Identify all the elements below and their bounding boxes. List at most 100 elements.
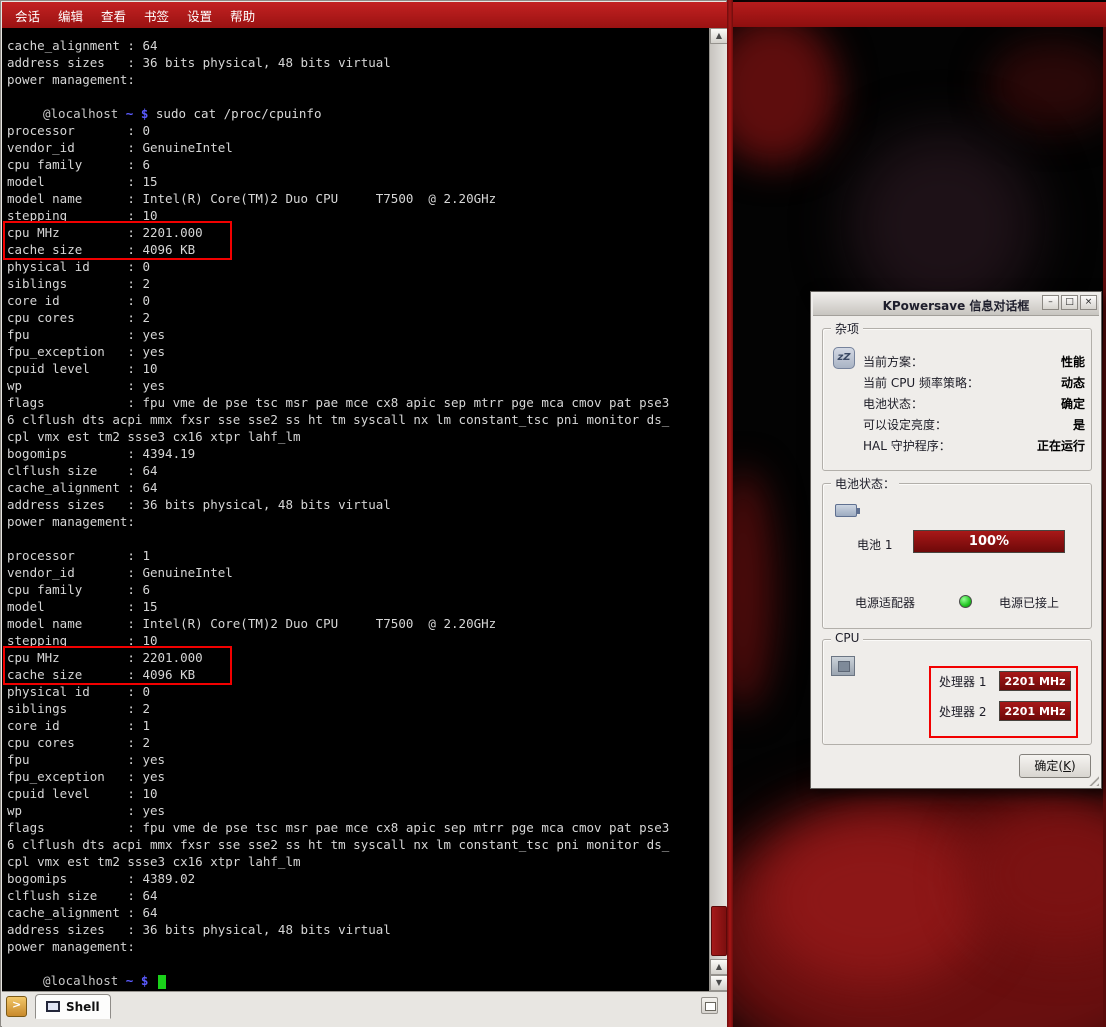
terminal-line: physical id : 0: [7, 683, 709, 700]
redacted-username: [7, 106, 43, 118]
battery-icon: [835, 504, 857, 517]
adapter-status: 电源已接上: [999, 594, 1059, 611]
close-button[interactable]: ×: [1080, 295, 1097, 310]
terminal-line: wp : yes: [7, 802, 709, 819]
terminal-line: power management:: [7, 513, 709, 530]
kpowersave-dialog: KPowersave 信息对话框 – □ × 杂项 zZ 当前方案：性能当前 C…: [810, 291, 1102, 789]
terminal-line: cpu family : 6: [7, 581, 709, 598]
terminal-line: [7, 955, 709, 972]
ok-button-label: ): [1071, 759, 1076, 773]
terminal-line: 6 clflush dts acpi mmx fxsr sse sse2 ss …: [7, 836, 709, 853]
terminal-line: bogomips : 4394.19: [7, 445, 709, 462]
terminal-line: @localhost ~ $ sudo cat /proc/cpuinfo: [7, 105, 709, 122]
terminal-line: cache_alignment : 64: [7, 904, 709, 921]
terminal-line: power management:: [7, 71, 709, 88]
menu-item-2[interactable]: 查看: [92, 2, 135, 28]
session-list-button[interactable]: [701, 997, 718, 1014]
terminal-line: vendor_id : GenuineIntel: [7, 139, 709, 156]
terminal-line: cache_alignment : 64: [7, 37, 709, 54]
info-label: 当前 CPU 频率策略：: [863, 374, 979, 391]
suspend-icon: zZ: [833, 347, 855, 369]
terminal-line: siblings : 2: [7, 275, 709, 292]
terminal-line: flags : fpu vme de pse tsc msr pae mce c…: [7, 394, 709, 411]
terminal-line: core id : 1: [7, 717, 709, 734]
menu-bar: 会话编辑查看书签设置帮助: [2, 2, 727, 28]
terminal-line: core id : 0: [7, 292, 709, 309]
terminal-line: model name : Intel(R) Core(TM)2 Duo CPU …: [7, 190, 709, 207]
tab-shell[interactable]: Shell: [35, 994, 111, 1019]
background-window-titlebar: [733, 2, 1106, 27]
adapter-label: 电源适配器: [855, 594, 915, 611]
terminal-line: cache_alignment : 64: [7, 479, 709, 496]
info-label: HAL 守护程序：: [863, 437, 951, 454]
backdrop-blob: [733, 15, 838, 165]
info-row: 当前方案：性能: [863, 351, 1085, 372]
terminal-line: physical id : 0: [7, 258, 709, 275]
menu-item-5[interactable]: 帮助: [221, 2, 264, 28]
prompt-command: sudo cat /proc/cpuinfo: [156, 106, 322, 121]
terminal-output: cache_alignment : 64address sizes : 36 b…: [2, 28, 709, 991]
terminal-line: cpuid level : 10: [7, 785, 709, 802]
ok-button[interactable]: 确定(K): [1019, 754, 1091, 778]
menu-item-1[interactable]: 编辑: [49, 2, 92, 28]
info-row: HAL 守护程序： 正在运行: [863, 435, 1085, 456]
menu-item-3[interactable]: 书签: [135, 2, 178, 28]
battery-progress-bar: 100%: [913, 530, 1065, 553]
terminal-line: cpu cores : 2: [7, 309, 709, 326]
misc-group: 杂项 zZ 当前方案：性能当前 CPU 频率策略：动态电池状态：确定可以设定亮度…: [822, 328, 1092, 471]
info-row: 电池状态： 确定: [863, 393, 1085, 414]
backdrop-blob: [758, 815, 988, 985]
info-value: 正在运行: [1037, 437, 1085, 454]
terminal-line: [7, 88, 709, 105]
terminal-icon: [46, 1001, 60, 1012]
terminal-line: fpu : yes: [7, 326, 709, 343]
terminal-line: cpl vmx est tm2 ssse3 cx16 xtpr lahf_lm: [7, 853, 709, 870]
terminal-line: flags : fpu vme de pse tsc msr pae mce c…: [7, 819, 709, 836]
scroll-down-icon[interactable]: ▼: [710, 975, 728, 991]
cpu-annotation-box: [929, 666, 1078, 738]
info-value: 是: [1073, 416, 1085, 433]
terminal-line: cpu family : 6: [7, 156, 709, 173]
terminal-line: address sizes : 36 bits physical, 48 bit…: [7, 496, 709, 513]
info-value: 确定: [1061, 395, 1085, 412]
menu-item-0[interactable]: 会话: [6, 2, 49, 28]
misc-legend: 杂项: [831, 320, 863, 337]
annotation-box: [3, 646, 232, 685]
info-value: 动态: [1061, 374, 1085, 391]
redacted-username: [7, 973, 43, 985]
prompt-symbol: ~ $: [118, 106, 156, 121]
scrollbar-thumb[interactable]: [711, 906, 727, 956]
battery-progress-value: 100%: [969, 534, 1009, 549]
terminal-line: vendor_id : GenuineIntel: [7, 564, 709, 581]
scroll-up-icon[interactable]: ▲: [710, 959, 728, 975]
ok-button-accesskey: K: [1063, 759, 1071, 773]
terminal-viewport[interactable]: cache_alignment : 64address sizes : 36 b…: [2, 28, 709, 991]
terminal-line: cpl vmx est tm2 ssse3 cx16 xtpr lahf_lm: [7, 428, 709, 445]
backdrop-blob: [733, 470, 773, 710]
tab-label: Shell: [66, 1000, 100, 1014]
menu-item-4[interactable]: 设置: [178, 2, 221, 28]
misc-rows: 当前方案：性能当前 CPU 频率策略： 动态电池状态： 确定可以设定亮度： 是 HAL …: [863, 351, 1085, 456]
terminal-line: model : 15: [7, 598, 709, 615]
minimize-button[interactable]: –: [1042, 295, 1059, 310]
prompt-symbol: ~ $: [118, 973, 156, 988]
maximize-button[interactable]: □: [1061, 295, 1078, 310]
terminal-line: bogomips : 4389.02: [7, 870, 709, 887]
info-label: 电池状态：: [863, 395, 923, 412]
backdrop-blob: [988, 40, 1106, 130]
terminal-scrollbar[interactable]: ▲ ▲ ▼: [709, 28, 727, 991]
new-session-button[interactable]: [6, 996, 27, 1017]
power-led-icon: [959, 595, 972, 608]
prompt-host: @localhost: [43, 106, 118, 121]
terminal-line: cpu cores : 2: [7, 734, 709, 751]
terminal-line: processor : 1: [7, 547, 709, 564]
scroll-up-icon[interactable]: ▲: [710, 28, 728, 44]
terminal-line: fpu_exception : yes: [7, 768, 709, 785]
terminal-line: clflush size : 64: [7, 462, 709, 479]
info-label: 当前方案：: [863, 353, 923, 370]
battery-group: 电池状态： 电池 1 100% 电源适配器 电源已接上: [822, 483, 1092, 629]
info-label: 可以设定亮度：: [863, 416, 947, 433]
info-row: 可以设定亮度： 是: [863, 414, 1085, 435]
terminal-cursor: [158, 975, 166, 989]
terminal-line: fpu : yes: [7, 751, 709, 768]
